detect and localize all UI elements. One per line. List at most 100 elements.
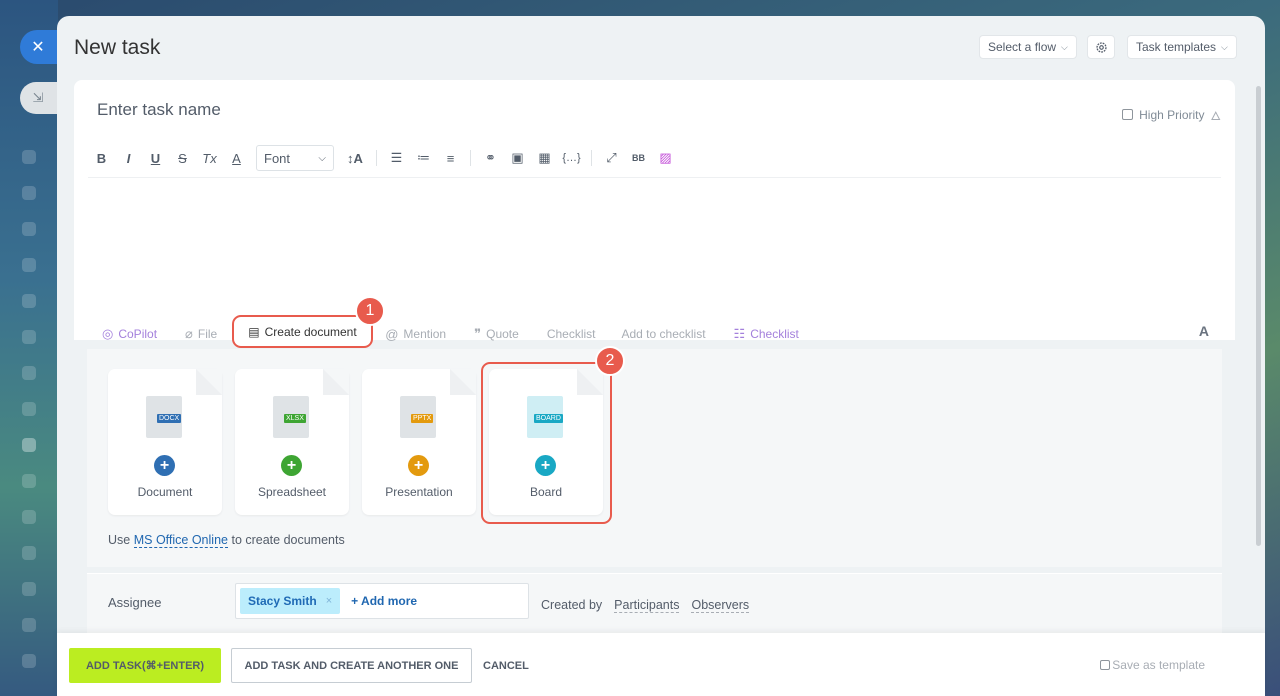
- presentation-tile[interactable]: PPTX + Presentation: [362, 369, 476, 515]
- fullscreen-icon[interactable]: ⤢: [598, 150, 625, 166]
- assignee-chip[interactable]: Stacy Smith ×: [240, 588, 341, 614]
- create-document-button[interactable]: ▤ Create document: [232, 315, 373, 348]
- board-highlight: [481, 362, 612, 524]
- new-checklist-button[interactable]: ☷ Checklist: [734, 326, 799, 342]
- link-icon[interactable]: ⚭: [477, 150, 504, 166]
- checklist-button[interactable]: Checklist: [547, 327, 596, 341]
- font-select[interactable]: Font ⌵: [256, 145, 334, 171]
- file-button[interactable]: ⌀ File: [185, 326, 217, 342]
- annotation-badge: 1: [355, 296, 385, 326]
- quote-button[interactable]: ❞ Quote: [474, 326, 519, 342]
- docx-file-icon: DOCX: [146, 396, 182, 438]
- table-icon[interactable]: ▦: [531, 150, 558, 166]
- ai-image-icon[interactable]: ▨: [652, 150, 679, 166]
- checklist-icon: ☷: [733, 326, 746, 341]
- plus-icon: +: [408, 455, 429, 476]
- document-tile[interactable]: DOCX + Document: [108, 369, 222, 515]
- xlsx-file-icon: XLSX: [273, 396, 309, 438]
- document-icon: ▤: [248, 324, 260, 339]
- tile-label: Document: [137, 485, 193, 499]
- assignee-field[interactable]: Stacy Smith × + Add more: [235, 583, 529, 619]
- file-ext-label: DOCX: [157, 414, 182, 423]
- task-name-input[interactable]: Enter task name: [97, 100, 221, 120]
- sidebar-icon: [22, 438, 36, 452]
- ms-office-link[interactable]: MS Office Online: [133, 533, 228, 548]
- chevron-down-icon: ⌵: [1221, 41, 1228, 52]
- high-priority-label: High Priority: [1139, 107, 1205, 122]
- collapse-button[interactable]: ⇲: [20, 82, 60, 114]
- at-icon: @: [385, 326, 399, 342]
- sidebar-icon: [22, 150, 36, 164]
- close-button[interactable]: ✕: [20, 30, 60, 64]
- created-by-link[interactable]: Created by: [541, 598, 602, 613]
- toolbar-divider: [591, 150, 592, 166]
- save-as-template-toggle[interactable]: Save as template: [1100, 658, 1205, 672]
- quote-icon: ❞: [474, 326, 482, 341]
- add-to-checklist-button[interactable]: Add to checklist: [622, 327, 706, 341]
- text-color-button[interactable]: A: [223, 151, 250, 166]
- select-flow-button[interactable]: Select a flow ⌵: [979, 35, 1077, 59]
- mention-button[interactable]: @ Mention: [385, 327, 446, 342]
- clear-format-button[interactable]: Tx: [196, 151, 223, 166]
- font-size-toggle[interactable]: A: [1199, 323, 1209, 339]
- close-icon: ✕: [31, 39, 45, 56]
- font-select-value: Font: [264, 150, 291, 166]
- create-document-label: Create document: [264, 324, 357, 339]
- assignee-chip-name: Stacy Smith: [248, 594, 317, 608]
- tile-corner: [450, 369, 476, 395]
- task-panel: New task Select a flow ⌵ Task templates …: [57, 16, 1265, 696]
- underline-button[interactable]: U: [142, 151, 169, 166]
- sidebar-icon: [22, 474, 36, 488]
- italic-button[interactable]: I: [115, 151, 142, 166]
- sidebar-icon: [22, 186, 36, 200]
- numbered-list-icon[interactable]: ☰: [383, 150, 410, 166]
- bbcode-icon[interactable]: BB: [625, 153, 652, 163]
- sidebar-icon: [22, 366, 36, 380]
- chevron-down-icon: ⌵: [1061, 41, 1068, 52]
- paperclip-icon: ⌀: [185, 326, 193, 341]
- add-more-link[interactable]: + Add more: [351, 594, 417, 608]
- new-checklist-label: Checklist: [750, 327, 799, 341]
- chevron-down-icon: ⌵: [318, 152, 326, 164]
- bullet-list-icon[interactable]: ≔: [410, 150, 437, 166]
- editor-card: Enter task name High Priority 🜂 B I U S …: [74, 80, 1235, 340]
- sidebar-icon: [22, 582, 36, 596]
- high-priority-toggle[interactable]: High Priority 🜂: [1122, 102, 1221, 127]
- observers-link[interactable]: Observers: [691, 598, 750, 613]
- tile-label: Presentation: [385, 485, 453, 499]
- scrollbar[interactable]: [1256, 86, 1261, 546]
- sidebar-icon: [22, 402, 36, 416]
- image-icon[interactable]: ▣: [504, 150, 531, 166]
- spreadsheet-tile[interactable]: XLSX + Spreadsheet: [235, 369, 349, 515]
- copilot-button[interactable]: ◎ CoPilot: [102, 326, 157, 342]
- collapse-icon: ⇲: [32, 90, 44, 105]
- remove-icon[interactable]: ×: [326, 595, 332, 607]
- toolbar-divider: [88, 177, 1221, 178]
- strikethrough-button[interactable]: S: [169, 151, 196, 166]
- participants-link[interactable]: Participants: [614, 598, 680, 613]
- footer-bar: ADD TASK(⌘+ENTER) ADD TASK AND CREATE AN…: [57, 633, 1265, 696]
- flame-icon: 🜂: [1210, 109, 1222, 123]
- file-ext-label: XLSX: [284, 414, 306, 423]
- file-ext-label: PPTX: [411, 414, 434, 423]
- task-templates-label: Task templates: [1136, 40, 1217, 54]
- sidebar-icon: [22, 330, 36, 344]
- tile-label: Spreadsheet: [257, 485, 327, 499]
- ms-office-note: Use MS Office Online to create documents: [108, 533, 345, 548]
- assignee-row: Assignee Stacy Smith × + Add more Create…: [87, 573, 1222, 633]
- high-priority-checkbox[interactable]: [1122, 109, 1134, 120]
- align-icon[interactable]: ≡: [437, 151, 464, 166]
- font-size-button[interactable]: ↕A: [340, 151, 370, 166]
- settings-button[interactable]: [1087, 35, 1115, 59]
- bold-button[interactable]: B: [88, 151, 115, 166]
- task-templates-button[interactable]: Task templates ⌵: [1127, 35, 1237, 59]
- tile-corner: [196, 369, 222, 395]
- pptx-file-icon: PPTX: [400, 396, 436, 438]
- add-task-create-another-button[interactable]: ADD TASK AND CREATE ANOTHER ONE: [231, 648, 472, 683]
- copilot-icon: ◎: [102, 326, 114, 341]
- cancel-button[interactable]: CANCEL: [483, 648, 529, 683]
- plus-icon: +: [281, 455, 302, 476]
- code-icon[interactable]: {…}: [558, 152, 585, 164]
- add-task-button[interactable]: ADD TASK(⌘+ENTER): [69, 648, 221, 683]
- save-as-template-checkbox[interactable]: [1100, 660, 1111, 670]
